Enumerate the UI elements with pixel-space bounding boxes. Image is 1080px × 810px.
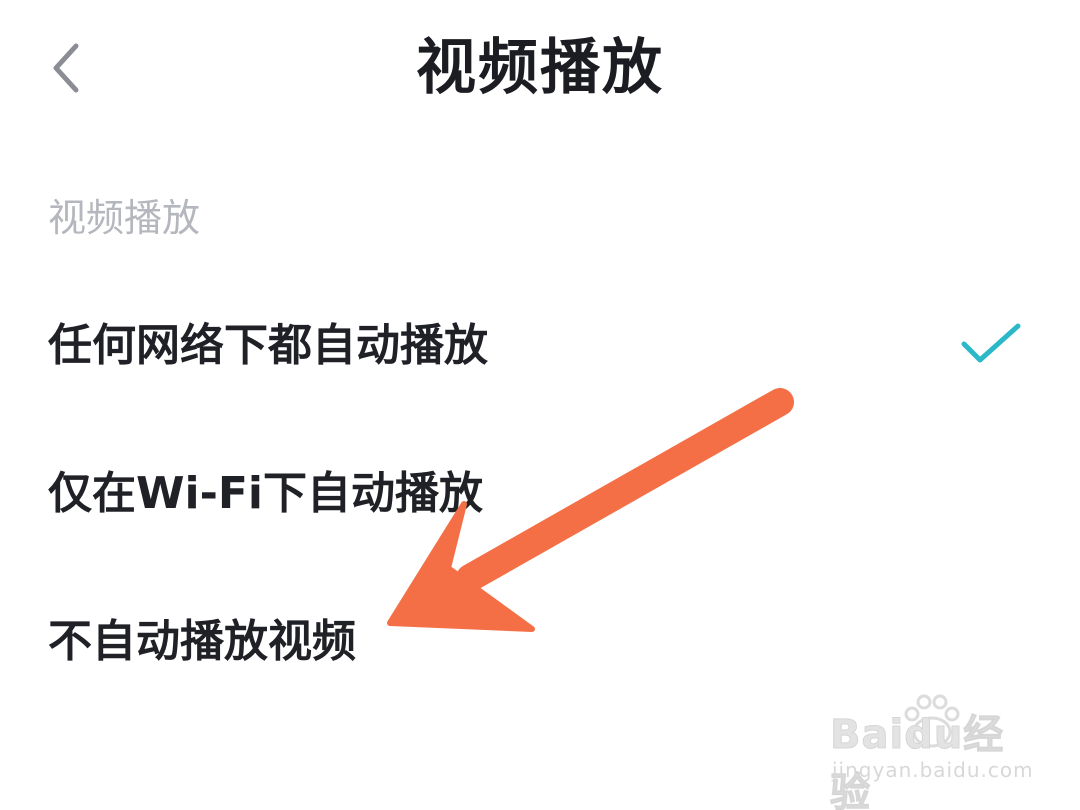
section-label: 视频播放	[48, 196, 201, 240]
option-label: 不自动播放视频	[48, 616, 356, 667]
checkmark-icon	[961, 323, 1021, 363]
page-title: 视频播放	[416, 33, 664, 103]
option-autoplay-wifi-only[interactable]: 仅在Wi-Fi下自动播放	[0, 428, 1080, 558]
watermark-brand: Baidu经验	[830, 712, 1005, 810]
baidu-jingyan-watermark: Baidu经验 jingyan.baidu.com	[826, 692, 1036, 810]
option-label: 仅在Wi-Fi下自动播放	[48, 468, 484, 519]
option-autoplay-any-network[interactable]: 任何网络下都自动播放	[0, 280, 1080, 410]
option-label: 任何网络下都自动播放	[48, 320, 488, 371]
option-no-autoplay[interactable]: 不自动播放视频	[0, 576, 1080, 706]
video-playback-settings-screen: 视频播放 视频播放 任何网络下都自动播放 仅在Wi-Fi下自动播放 不自动播放视…	[0, 0, 1080, 810]
watermark-url: jingyan.baidu.com	[832, 758, 1034, 782]
